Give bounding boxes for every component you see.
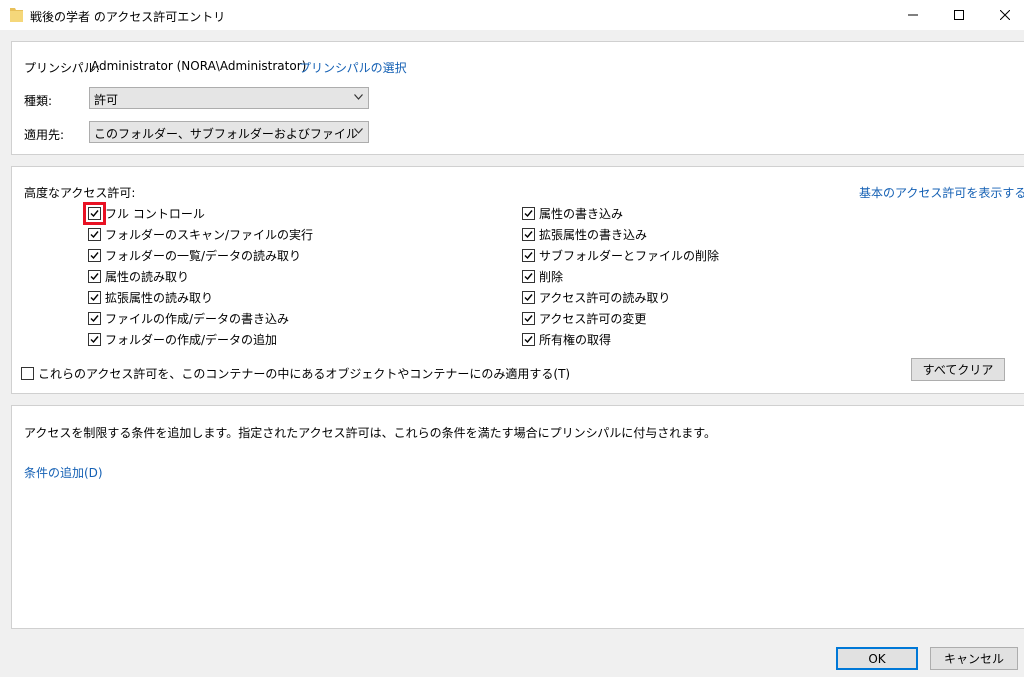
permission-label: 属性の読み取り xyxy=(105,269,190,284)
type-select[interactable]: 許可 xyxy=(89,87,369,109)
checkmark-icon xyxy=(524,272,533,280)
permission-row[interactable]: 削除 xyxy=(522,268,563,284)
permission-label: アクセス許可の読み取り xyxy=(539,290,671,305)
apply-only-checkbox[interactable] xyxy=(21,366,34,380)
permission-label: 拡張属性の書き込み xyxy=(539,227,648,242)
principal-value: Administrator (NORA\Administrator) xyxy=(91,59,307,73)
window-title: 戦後の学者 のアクセス許可エントリ xyxy=(30,10,226,24)
permission-checkbox[interactable] xyxy=(88,311,101,325)
minimize-icon xyxy=(908,14,918,16)
permission-label: 拡張属性の読み取り xyxy=(105,290,214,305)
maximize-button[interactable] xyxy=(936,0,982,30)
ok-button[interactable]: OK xyxy=(836,647,918,670)
checkmark-icon xyxy=(524,293,533,301)
applies-to-label: 適用先: xyxy=(24,128,65,142)
permission-row[interactable]: 拡張属性の読み取り xyxy=(88,289,213,305)
permission-label: フル コントロール xyxy=(105,206,205,221)
permission-row[interactable]: ファイルの作成/データの書き込み xyxy=(88,310,289,326)
permission-row[interactable]: サブフォルダーとファイルの削除 xyxy=(522,247,719,263)
apply-only-label: これらのアクセス許可を、このコンテナーの中にあるオブジェクトやコンテナーにのみ適… xyxy=(38,366,571,381)
permission-checkbox[interactable] xyxy=(88,290,101,304)
permission-row[interactable]: 属性の書き込み xyxy=(522,205,623,221)
checkmark-icon xyxy=(524,209,533,217)
permission-row[interactable]: フォルダーの作成/データの追加 xyxy=(88,331,277,347)
permission-row[interactable]: フォルダーのスキャン/ファイルの実行 xyxy=(88,226,313,242)
clear-all-button[interactable]: すべてクリア xyxy=(911,358,1005,381)
minimize-button[interactable] xyxy=(890,0,936,30)
permission-checkbox[interactable] xyxy=(522,227,535,241)
folder-icon xyxy=(10,8,23,22)
permission-checkbox[interactable] xyxy=(522,311,535,325)
applies-to-select-value: このフォルダー、サブフォルダーおよびファイル xyxy=(94,127,358,141)
permission-checkbox[interactable] xyxy=(83,201,106,225)
permission-checkbox[interactable] xyxy=(522,206,535,220)
checkmark-icon xyxy=(90,335,99,343)
permission-row[interactable]: アクセス許可の読み取り xyxy=(522,289,670,305)
close-button[interactable] xyxy=(982,0,1024,30)
chevron-down-icon xyxy=(354,128,363,134)
checkmark-icon xyxy=(90,230,99,238)
permission-label: 属性の書き込み xyxy=(539,206,624,221)
permission-row[interactable]: 属性の読み取り xyxy=(88,268,189,284)
chevron-down-icon xyxy=(354,94,363,100)
permission-label: 削除 xyxy=(539,269,564,284)
permission-checkbox[interactable] xyxy=(522,248,535,262)
checkmark-icon xyxy=(90,251,99,259)
permission-label: フォルダーの作成/データの追加 xyxy=(105,332,278,347)
permission-checkbox[interactable] xyxy=(88,248,101,262)
applies-to-select[interactable]: このフォルダー、サブフォルダーおよびファイル xyxy=(89,121,369,143)
add-condition-link[interactable]: 条件の追加(D) xyxy=(24,464,103,481)
select-principal-link[interactable]: プリンシパルの選択 xyxy=(299,59,407,76)
permission-checkbox[interactable] xyxy=(522,332,535,346)
checkmark-icon xyxy=(524,335,533,343)
permission-label: ファイルの作成/データの書き込み xyxy=(105,311,290,326)
checkmark-icon xyxy=(524,314,533,322)
checkmark-icon xyxy=(524,230,533,238)
type-select-value: 許可 xyxy=(94,93,119,107)
permission-checkbox[interactable] xyxy=(522,269,535,283)
apply-only-checkbox-row[interactable]: これらのアクセス許可を、このコンテナーの中にあるオブジェクトやコンテナーにのみ適… xyxy=(21,365,570,381)
type-label: 種類: xyxy=(24,94,53,108)
permission-label: フォルダーのスキャン/ファイルの実行 xyxy=(105,227,314,242)
permission-row[interactable]: 所有権の取得 xyxy=(522,331,611,347)
maximize-icon xyxy=(954,10,964,20)
conditions-description: アクセスを制限する条件を追加します。指定されたアクセス許可は、これらの条件を満た… xyxy=(24,426,717,440)
close-icon xyxy=(1000,10,1010,20)
checkmark-icon xyxy=(90,272,99,280)
permission-label: フォルダーの一覧/データの読み取り xyxy=(105,248,302,263)
permission-label: サブフォルダーとファイルの削除 xyxy=(539,248,720,263)
permission-checkbox[interactable] xyxy=(522,290,535,304)
permission-label: 所有権の取得 xyxy=(539,332,612,347)
checkmark-icon xyxy=(90,209,99,217)
show-basic-permissions-link[interactable]: 基本のアクセス許可を表示する xyxy=(859,184,1024,201)
permission-row[interactable]: アクセス許可の変更 xyxy=(522,310,646,326)
title-bar: 戦後の学者 のアクセス許可エントリ xyxy=(0,0,1024,30)
permission-checkbox[interactable] xyxy=(88,332,101,346)
permission-label: アクセス許可の変更 xyxy=(539,311,647,326)
conditions-panel: アクセスを制限する条件を追加します。指定されたアクセス許可は、これらの条件を満た… xyxy=(11,405,1024,629)
principal-label: プリンシパル: xyxy=(24,61,100,75)
principal-panel: プリンシパル: Administrator (NORA\Administrato… xyxy=(11,41,1024,155)
advanced-permissions-panel: 高度なアクセス許可: 基本のアクセス許可を表示する フル コントロールフォルダー… xyxy=(11,166,1024,394)
checkmark-icon xyxy=(90,293,99,301)
advanced-heading: 高度なアクセス許可: xyxy=(24,186,136,200)
permission-checkbox[interactable] xyxy=(88,227,101,241)
permission-checkbox[interactable] xyxy=(88,269,101,283)
checkmark-icon xyxy=(90,314,99,322)
permission-row[interactable]: フル コントロール xyxy=(83,201,205,225)
permission-row[interactable]: 拡張属性の書き込み xyxy=(522,226,647,242)
cancel-button[interactable]: キャンセル xyxy=(930,647,1018,670)
checkmark-icon xyxy=(524,251,533,259)
permission-row[interactable]: フォルダーの一覧/データの読み取り xyxy=(88,247,301,263)
